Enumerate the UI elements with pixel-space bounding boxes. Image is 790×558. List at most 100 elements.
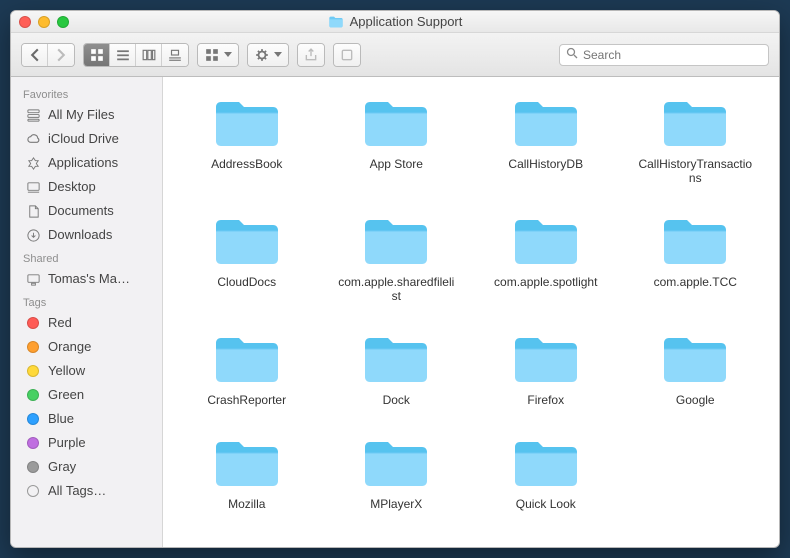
folder-item[interactable]: MPlayerX bbox=[327, 437, 467, 511]
folder-item[interactable]: CallHistoryDB bbox=[476, 97, 616, 185]
tags-button[interactable] bbox=[334, 44, 360, 66]
minimize-button[interactable] bbox=[38, 16, 50, 28]
window-body: FavoritesAll My FilesiCloud DriveApplica… bbox=[11, 77, 779, 547]
sidebar-item[interactable]: Documents bbox=[11, 199, 162, 223]
back-button[interactable] bbox=[22, 44, 48, 66]
folder-item[interactable]: Quick Look bbox=[476, 437, 616, 511]
share-button-group bbox=[297, 43, 325, 67]
content-area[interactable]: AddressBookApp Store CallHistoryDB CallHis… bbox=[163, 77, 779, 547]
sidebar-item[interactable]: Desktop bbox=[11, 175, 162, 199]
sidebar-item[interactable]: All My Files bbox=[11, 103, 162, 127]
arrange-button[interactable] bbox=[198, 44, 238, 66]
folder-icon bbox=[212, 97, 282, 151]
folder-item[interactable]: Dock bbox=[327, 333, 467, 407]
sidebar-item[interactable]: All Tags… bbox=[11, 479, 162, 503]
window-title-wrap: Application Support bbox=[328, 14, 463, 29]
list-view-button[interactable] bbox=[110, 44, 136, 66]
action-button[interactable] bbox=[248, 44, 288, 66]
sidebar-header: Shared bbox=[11, 247, 162, 267]
sidebar: FavoritesAll My FilesiCloud DriveApplica… bbox=[11, 77, 163, 547]
folder-item[interactable]: CloudDocs bbox=[177, 215, 317, 303]
folder-icon bbox=[511, 97, 581, 151]
folder-item[interactable]: CrashReporter bbox=[177, 333, 317, 407]
column-view-button[interactable] bbox=[136, 44, 162, 66]
folder-icon bbox=[361, 437, 431, 491]
sidebar-item[interactable]: Green bbox=[11, 383, 162, 407]
sidebar-item[interactable]: Purple bbox=[11, 431, 162, 455]
sidebar-item[interactable]: Tomas's Ma… bbox=[11, 267, 162, 291]
folder-label: CloudDocs bbox=[217, 275, 276, 289]
folder-label: com.apple.spotlight bbox=[494, 275, 597, 289]
folder-item[interactable]: com.apple.spotlight bbox=[476, 215, 616, 303]
folder-item[interactable]: App Store bbox=[327, 97, 467, 185]
sidebar-item-label: Tomas's Ma… bbox=[48, 269, 130, 289]
folder-item[interactable]: com.apple.sharedfilelist bbox=[327, 215, 467, 303]
close-button[interactable] bbox=[19, 16, 31, 28]
folder-label: Mozilla bbox=[228, 497, 265, 511]
folder-label: CallHistoryDB bbox=[508, 157, 583, 171]
search-field[interactable] bbox=[559, 44, 769, 66]
folder-label: Google bbox=[676, 393, 715, 407]
cloud-icon bbox=[25, 131, 41, 147]
folder-label: Firefox bbox=[527, 393, 564, 407]
folder-item[interactable]: Firefox bbox=[476, 333, 616, 407]
tag-dot-icon bbox=[25, 387, 41, 403]
documents-icon bbox=[25, 203, 41, 219]
sidebar-item[interactable]: Downloads bbox=[11, 223, 162, 247]
sidebar-item[interactable]: Applications bbox=[11, 151, 162, 175]
sidebar-item-label: Orange bbox=[48, 337, 91, 357]
sidebar-item[interactable]: Orange bbox=[11, 335, 162, 359]
folder-icon bbox=[511, 333, 581, 387]
action-dropdown bbox=[247, 43, 289, 67]
sidebar-item[interactable]: iCloud Drive bbox=[11, 127, 162, 151]
folder-grid: AddressBookApp Store CallHistoryDB CallHis… bbox=[177, 97, 765, 511]
coverflow-view-button[interactable] bbox=[162, 44, 188, 66]
sidebar-item-label: Gray bbox=[48, 457, 76, 477]
sidebar-item[interactable]: Gray bbox=[11, 455, 162, 479]
sidebar-item-label: Documents bbox=[48, 201, 114, 221]
monitor-icon bbox=[25, 271, 41, 287]
sidebar-item[interactable]: Red bbox=[11, 311, 162, 335]
zoom-button[interactable] bbox=[57, 16, 69, 28]
folder-icon bbox=[361, 97, 431, 151]
sidebar-item[interactable]: Yellow bbox=[11, 359, 162, 383]
folder-icon bbox=[361, 215, 431, 269]
downloads-icon bbox=[25, 227, 41, 243]
sidebar-item-label: Red bbox=[48, 313, 72, 333]
folder-label: MPlayerX bbox=[370, 497, 422, 511]
tag-dot-icon bbox=[25, 411, 41, 427]
tags-button-group bbox=[333, 43, 361, 67]
folder-item[interactable]: Google bbox=[626, 333, 766, 407]
folder-item[interactable]: Mozilla bbox=[177, 437, 317, 511]
sidebar-item[interactable]: Blue bbox=[11, 407, 162, 431]
folder-icon bbox=[660, 215, 730, 269]
icon-view-button[interactable] bbox=[84, 44, 110, 66]
folder-icon bbox=[328, 15, 344, 29]
toolbar bbox=[11, 33, 779, 77]
apps-icon bbox=[25, 155, 41, 171]
forward-button[interactable] bbox=[48, 44, 74, 66]
titlebar[interactable]: Application Support bbox=[11, 11, 779, 33]
sidebar-header: Favorites bbox=[11, 83, 162, 103]
desktop-icon bbox=[25, 179, 41, 195]
sidebar-header: Tags bbox=[11, 291, 162, 311]
tag-dot-icon bbox=[25, 363, 41, 379]
folder-label: CrashReporter bbox=[207, 393, 286, 407]
folder-icon bbox=[660, 333, 730, 387]
sidebar-item-label: Downloads bbox=[48, 225, 112, 245]
all-files-icon bbox=[25, 107, 41, 123]
sidebar-item-label: All Tags… bbox=[48, 481, 106, 501]
nav-buttons bbox=[21, 43, 75, 67]
folder-icon bbox=[212, 437, 282, 491]
share-button[interactable] bbox=[298, 44, 324, 66]
folder-icon bbox=[660, 97, 730, 151]
sidebar-item-label: Blue bbox=[48, 409, 74, 429]
tag-all-icon bbox=[25, 483, 41, 499]
folder-icon bbox=[212, 333, 282, 387]
search-input[interactable] bbox=[583, 48, 762, 62]
folder-item[interactable]: CallHistoryTransactions bbox=[626, 97, 766, 185]
folder-item[interactable]: com.apple.TCC bbox=[626, 215, 766, 303]
folder-item[interactable]: AddressBook bbox=[177, 97, 317, 185]
folder-icon bbox=[212, 215, 282, 269]
folder-label: Dock bbox=[383, 393, 410, 407]
